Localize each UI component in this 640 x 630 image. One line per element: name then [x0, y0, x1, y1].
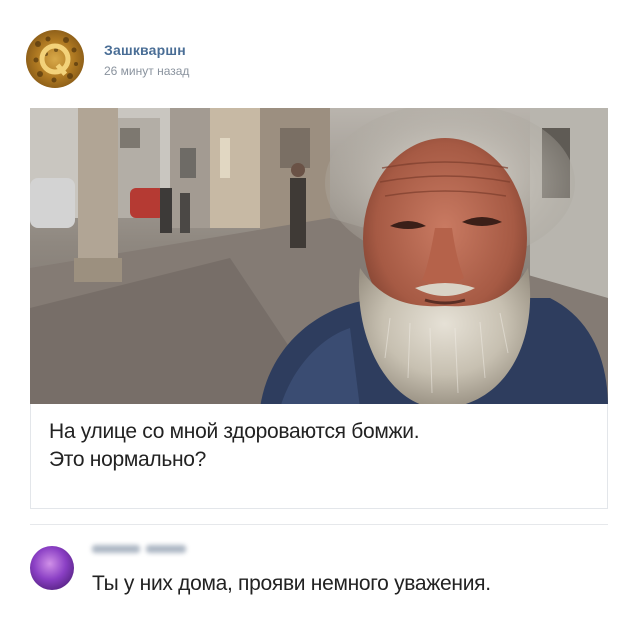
caption-line-1: На улице со мной здороваются бомжи.	[49, 420, 420, 443]
comment-item: Ты у них дома, прояви немного уважения.	[30, 536, 630, 616]
post-header: Зашкваршн 26 минут назад	[26, 30, 426, 90]
post-caption: На улице со мной здороваются бомжи. Это …	[30, 404, 608, 509]
comment-author-blurred[interactable]	[92, 540, 222, 554]
caption-line-2: Это нормально?	[49, 448, 207, 471]
comment-text: Ты у них дома, прояви немного уважения.	[92, 572, 491, 595]
post-photo[interactable]	[30, 108, 608, 408]
user-avatar-icon[interactable]	[30, 546, 74, 590]
post-card: Зашкваршн 26 минут назад На улице со мно…	[8, 4, 632, 626]
post-author-link[interactable]: Зашкваршн	[104, 42, 186, 58]
comments-divider	[30, 524, 608, 525]
community-avatar-icon[interactable]	[26, 30, 84, 88]
post-timestamp[interactable]: 26 минут назад	[104, 64, 189, 78]
